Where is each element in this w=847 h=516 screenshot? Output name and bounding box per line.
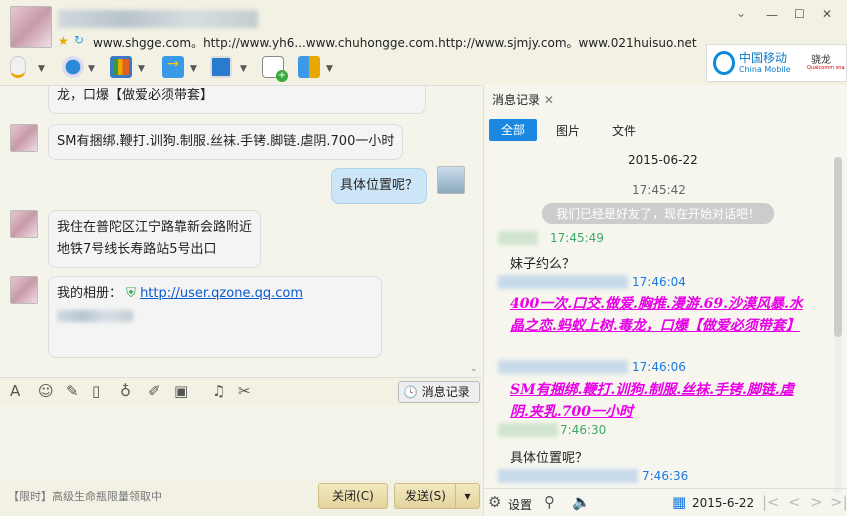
- entry-time: 7:46:36: [642, 469, 689, 483]
- entry-time: 7:46:30: [560, 423, 607, 437]
- ad-banner[interactable]: 中国移动 China Mobile 骁龙 Qualcomm snapdragon: [706, 44, 847, 82]
- maximize-button[interactable]: ☐: [794, 7, 805, 21]
- input-toolbar: A ☺ ✎ ▯ ♁ ✐ ▣ ♫ ✂ 🕓 消息记录 ▾: [0, 377, 482, 419]
- search-icon[interactable]: ⚲: [544, 493, 555, 511]
- entry-text: 具体位置呢？: [510, 451, 589, 466]
- entry-time: 17:45:49: [550, 231, 604, 245]
- close-window-button[interactable]: ✕: [822, 7, 832, 21]
- send-options-icon[interactable]: ▾: [455, 484, 479, 508]
- message-input[interactable]: [0, 406, 482, 480]
- send-button[interactable]: 发送(S) ▾: [394, 483, 480, 509]
- contact-avatar[interactable]: [10, 6, 52, 48]
- emoji-icon[interactable]: ☺: [38, 382, 54, 400]
- message-bubble: 具体位置呢？: [331, 168, 428, 204]
- contact-name-blurred: [58, 10, 258, 28]
- star-icon: ★: [58, 34, 69, 48]
- screenshot-icon[interactable]: ▣: [174, 382, 188, 400]
- gear-icon[interactable]: ⚙: [488, 493, 501, 511]
- history-scrollbar[interactable]: [834, 157, 842, 493]
- ad-brand-en: China Mobile: [739, 65, 791, 74]
- entry-time: 17:46:06: [632, 360, 686, 374]
- send-file-icon[interactable]: →: [162, 56, 184, 78]
- video-call-icon[interactable]: [62, 56, 84, 78]
- chevron-down-icon[interactable]: ▼: [326, 64, 333, 74]
- ad-brand: 中国移动: [739, 51, 788, 65]
- contact-avatar: [10, 124, 38, 152]
- voice-message-icon[interactable]: ♁: [120, 382, 131, 400]
- ad-chip-en: Qualcomm snapdragon: [807, 65, 845, 71]
- remote-desktop-icon[interactable]: [210, 56, 232, 78]
- minimize-button[interactable]: —: [766, 8, 778, 22]
- send-label: 发送(S): [405, 489, 446, 503]
- music-icon[interactable]: ♫: [212, 382, 225, 400]
- shake-icon[interactable]: ✎: [66, 382, 79, 400]
- message-bubble: 龙，口爆【做爱必须带套】: [48, 86, 426, 114]
- china-mobile-logo: [713, 51, 735, 75]
- message-bubble: 我住在普陀区江宁路靠新会路附近 地铁7号线长寿路站5号出口: [48, 210, 262, 268]
- tab-history[interactable]: 消息记录 ✕: [492, 91, 554, 108]
- prev-page-icon[interactable]: <: [788, 493, 801, 511]
- album-label: 我的相册：: [57, 286, 123, 301]
- edit-icon[interactable]: ✐: [148, 382, 161, 400]
- contact-avatar: [10, 210, 38, 238]
- system-time: 17:45:42: [632, 183, 686, 197]
- chevron-down-icon[interactable]: ▼: [88, 64, 95, 74]
- contact-status: www.shgge.com。http://www.yh6...www.chuho…: [93, 36, 697, 50]
- menu-chevron-icon[interactable]: ⌄: [736, 6, 746, 20]
- filter-images[interactable]: 图片: [556, 122, 580, 139]
- share-screen-icon[interactable]: [110, 56, 132, 78]
- apps-icon[interactable]: [298, 56, 320, 78]
- create-discussion-icon[interactable]: +: [262, 56, 288, 82]
- scroll-down-icon[interactable]: ⌄: [470, 364, 478, 374]
- entry-text: 妹子约么？: [510, 257, 576, 272]
- chevron-down-icon[interactable]: ▼: [240, 64, 247, 74]
- my-avatar: [437, 166, 465, 194]
- entry-time: 17:46:04: [632, 275, 686, 289]
- promo-link[interactable]: 【限时】高级生命瓶限量领取中: [8, 488, 162, 504]
- calendar-icon[interactable]: ▦: [672, 493, 686, 511]
- speaker-icon[interactable]: 🔈: [572, 493, 591, 511]
- last-page-icon[interactable]: >|: [830, 493, 847, 511]
- date-picker[interactable]: 2015-6-22: [692, 496, 754, 510]
- filter-all[interactable]: 全部: [489, 119, 537, 141]
- entry-text: 400一次.口交.做爱.胸推.漫游.69.沙漠风暴.水晶之恋.蚂蚁上树.毒龙，口…: [510, 296, 803, 334]
- signature-icon: ↻: [74, 33, 85, 47]
- system-message: 我们已经是好友了，现在开始对话吧！: [542, 203, 775, 224]
- message-bubble: 我的相册： ⛨ http://user.qzone.qq.com: [48, 276, 382, 358]
- microphone-icon[interactable]: [10, 56, 26, 78]
- chat-area[interactable]: 龙，口爆【做爱必须带套】 SM有捆绑.鞭打.训狗.制服.丝袜.手铐.脚链.虐阴.…: [0, 85, 482, 377]
- entry-text: SM有捆绑.鞭打.训狗.制服.丝袜.手铐.脚链.虐阴.夹乳.700一小时: [510, 382, 794, 420]
- vibrate-icon[interactable]: ▯: [92, 382, 100, 400]
- filter-files[interactable]: 文件: [612, 122, 636, 139]
- album-link[interactable]: http://user.qzone.qq.com: [140, 286, 303, 301]
- chevron-down-icon[interactable]: ▼: [190, 64, 197, 74]
- ad-chip: 骁龙: [811, 55, 831, 66]
- close-tab-icon[interactable]: ✕: [544, 93, 554, 107]
- contact-avatar: [10, 276, 38, 304]
- chevron-down-icon[interactable]: ▼: [38, 64, 45, 74]
- font-icon[interactable]: A: [10, 382, 20, 400]
- history-panel: 消息记录 ✕ 全部 图片 文件 2015-06-22 17:45:42 我们已经…: [483, 85, 847, 516]
- message-bubble: SM有捆绑.鞭打.训狗.制服.丝袜.手铐.脚链.虐阴.700一小时: [48, 124, 404, 160]
- settings-label[interactable]: 设置: [508, 496, 532, 513]
- history-date: 2015-06-22: [628, 153, 698, 167]
- chevron-down-icon[interactable]: ▼: [138, 64, 145, 74]
- first-page-icon[interactable]: |<: [762, 493, 780, 511]
- shield-icon: ⛨: [126, 286, 136, 301]
- close-button[interactable]: 关闭(C): [318, 483, 388, 509]
- history-button[interactable]: 🕓 消息记录 ▾: [398, 381, 480, 419]
- next-page-icon[interactable]: >: [810, 493, 823, 511]
- history-footer: ⚙ 设置 ⚲ 🔈 ▦ 2015-6-22 |< < > >|: [484, 488, 847, 516]
- history-button-label: 消息记录: [421, 385, 470, 399]
- scissors-icon[interactable]: ✂: [238, 382, 251, 400]
